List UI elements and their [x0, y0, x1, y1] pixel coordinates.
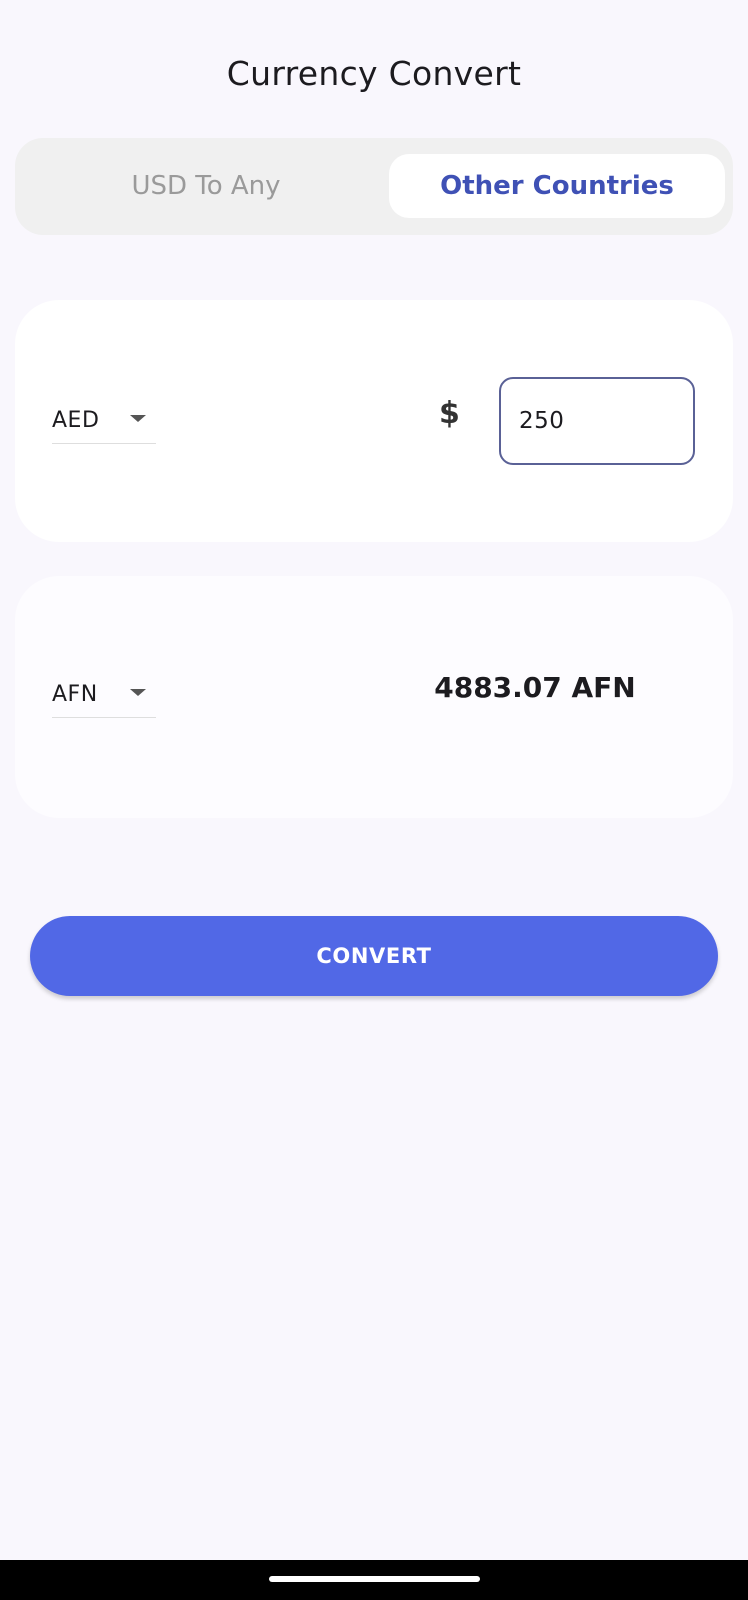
to-currency-dropdown[interactable]: AFN	[52, 672, 156, 718]
dollar-icon: $	[439, 396, 460, 431]
tab-usd-to-any[interactable]: USD To Any	[31, 154, 381, 218]
dropdown-arrow-icon	[130, 415, 146, 422]
converted-result: 4883.07 AFN	[434, 671, 636, 704]
tab-other-countries[interactable]: Other Countries	[389, 154, 725, 218]
from-currency-dropdown[interactable]: AED	[52, 398, 156, 444]
currency-converter-screen: Currency Convert USD To Any Other Countr…	[0, 0, 748, 1600]
from-currency-card: AED $	[15, 300, 733, 542]
to-currency-card: AFN 4883.07 AFN	[15, 576, 733, 818]
dropdown-arrow-icon	[130, 689, 146, 696]
convert-button[interactable]: CONVERT	[30, 916, 718, 996]
home-handle[interactable]	[269, 1576, 480, 1582]
from-currency-label: AED	[52, 408, 100, 433]
amount-input[interactable]	[499, 377, 695, 465]
to-currency-label: AFN	[52, 682, 98, 707]
system-navigation-bar	[0, 1560, 748, 1600]
page-title: Currency Convert	[226, 54, 522, 93]
conversion-mode-tabs: USD To Any Other Countries	[15, 138, 733, 235]
